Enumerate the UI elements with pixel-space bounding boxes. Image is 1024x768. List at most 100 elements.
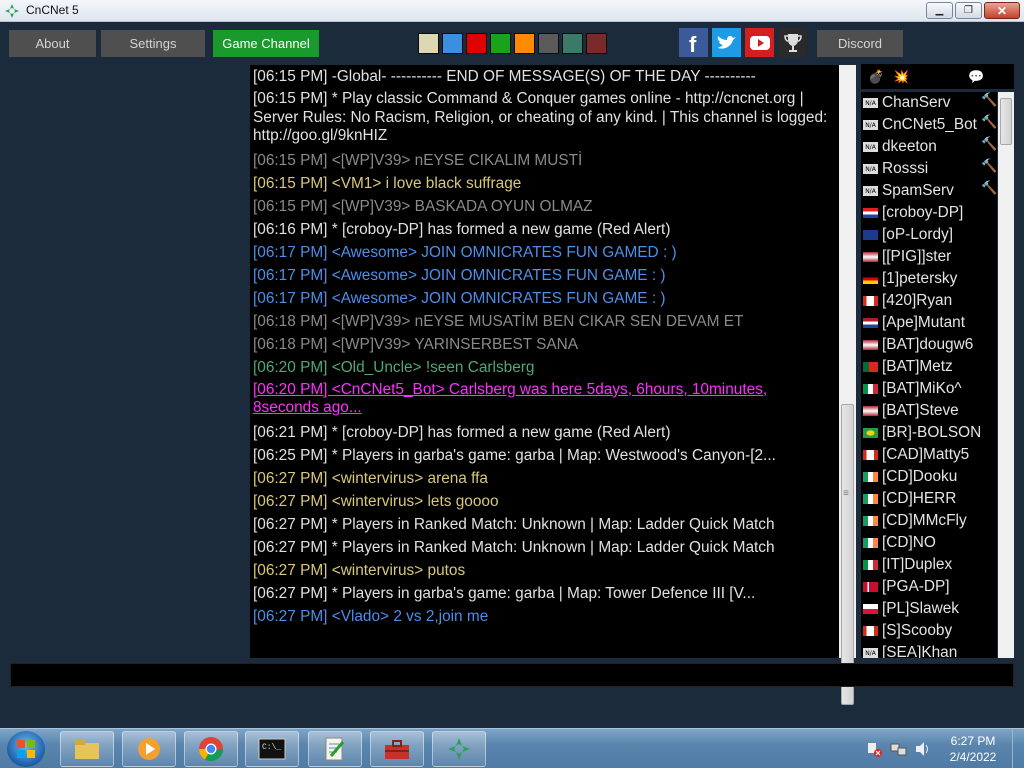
color-swatch[interactable] (586, 33, 607, 54)
user-list-item[interactable]: N/A dkeeton 🔨 (861, 136, 997, 158)
eye-icon[interactable]: 👁 (916, 68, 937, 86)
color-swatch[interactable] (418, 33, 439, 54)
chat-message: [06:17 PM] <Awesome> JOIN OMNICRATES FUN… (253, 243, 677, 261)
settings-button[interactable]: Settings (101, 30, 205, 57)
user-list-item[interactable]: [BAT]Steve (861, 400, 997, 422)
chat-message: [06:15 PM] <VM1> i love black suffrage (253, 174, 522, 192)
user-list-item[interactable]: [CD]MMcFly (861, 510, 997, 532)
user-list-item[interactable]: [croboy-DP] (861, 202, 997, 224)
game-channel-button[interactable]: Game Channel (213, 30, 319, 57)
user-list-item[interactable]: [S]Scooby (861, 620, 997, 642)
trophy-icon[interactable] (778, 28, 807, 57)
user-list-item[interactable]: [1]petersky (861, 268, 997, 290)
chat-message: [06:25 PM] * Players in garba's game: ga… (253, 446, 776, 464)
user-list-item[interactable]: [oP-Lordy] (861, 224, 997, 246)
user-list-item[interactable]: [PGA-DP] (861, 576, 997, 598)
flag-ie-icon (863, 494, 878, 504)
user-list-item[interactable]: N/A Rosssi 🔨 (861, 158, 997, 180)
user-list-item[interactable]: [BAT]Metz (861, 356, 997, 378)
user-list-item[interactable]: [CAD]Matty5 (861, 444, 997, 466)
user-list-item[interactable]: [BAT]dougw6 (861, 334, 997, 356)
chat-message: [06:16 PM] * [croboy-DP] has formed a ne… (253, 220, 671, 238)
command-prompt-icon[interactable]: C:\_ (245, 731, 299, 767)
color-swatch[interactable] (490, 33, 511, 54)
user-list-item[interactable]: [Ape]Mutant (861, 312, 997, 334)
color-swatch[interactable] (466, 33, 487, 54)
moderator-hammer-icon: 🔨 (981, 114, 997, 129)
close-icon: ✕ (996, 3, 1008, 18)
bomb-icon[interactable]: 💣 (866, 68, 887, 86)
na-flag-icon: N/A (863, 164, 878, 174)
system-clock[interactable]: 6:27 PM 2/4/2022 (944, 733, 1002, 765)
moderator-hammer-icon: 🔨 (981, 92, 997, 107)
user-name: [BAT]dougw6 (882, 336, 974, 353)
about-button[interactable]: About (9, 30, 96, 57)
color-swatch-bar (418, 33, 607, 54)
user-list-item[interactable]: [BR]-BOLSON (861, 422, 997, 444)
user-list-item[interactable]: [[PIG]]ster (861, 246, 997, 268)
chat-message: [06:15 PM] <[WP]V39> nEYSE CIKALIM MUSTİ (253, 151, 583, 169)
close-button[interactable]: ✕ (984, 2, 1020, 19)
user-name: [CD]HERR (882, 490, 957, 507)
user-list-item[interactable]: N/A CnCNet5_Bot 🔨 (861, 114, 997, 136)
color-swatch[interactable] (562, 33, 583, 54)
minimize-button[interactable]: ▁ (926, 2, 953, 19)
explosion-icon[interactable]: 💥 (891, 68, 912, 86)
maximize-button[interactable]: ❐ (955, 2, 982, 19)
flag-ie-icon (863, 516, 878, 526)
chat-message: [06:15 PM] <[WP]V39> BASKADA OYUN OLMAZ (253, 197, 593, 215)
user-list-item[interactable]: N/A [SEA]Khan (861, 642, 997, 658)
notepad-icon[interactable] (308, 731, 362, 767)
twitter-icon[interactable] (712, 28, 741, 57)
userlist-scrollbar-thumb[interactable] (1000, 98, 1012, 145)
chat-scrollbar[interactable]: ≡ (839, 65, 856, 705)
chrome-icon[interactable] (184, 731, 238, 767)
user-list-item[interactable]: [BAT]MiKo^ (861, 378, 997, 400)
coin-icon[interactable]: ◉ (941, 68, 962, 86)
color-swatch[interactable] (538, 33, 559, 54)
user-name: Rosssi (882, 160, 929, 177)
action-center-icon[interactable] (866, 741, 882, 760)
flag-pt-icon (863, 362, 878, 372)
user-list-item[interactable]: [CD]Dooku (861, 466, 997, 488)
user-list-item[interactable]: [IT]Duplex (861, 554, 997, 576)
userlist-scrollbar[interactable] (998, 92, 1014, 658)
toolbox-icon[interactable] (370, 731, 424, 767)
chat-messages-panel[interactable]: [06:15 PM] -Global- ---------- END OF ME… (250, 65, 856, 658)
user-list-item[interactable]: [CD]HERR (861, 488, 997, 510)
chat-scrollbar-thumb[interactable] (841, 404, 854, 705)
heart-icon[interactable]: ♥ (991, 68, 1012, 86)
chat-bubble-icon[interactable]: 💬 (966, 68, 987, 86)
user-list-item[interactable]: N/A ChanServ 🔨 (861, 92, 997, 114)
show-desktop-button[interactable] (1012, 729, 1024, 768)
media-player-icon[interactable] (122, 731, 176, 767)
color-swatch[interactable] (514, 33, 535, 54)
color-swatch[interactable] (442, 33, 463, 54)
speaker-icon[interactable] (914, 741, 932, 760)
flag-pl-icon (863, 604, 878, 614)
network-icon[interactable] (890, 741, 908, 760)
user-name: [BAT]Metz (882, 358, 953, 375)
facebook-icon[interactable]: f (679, 28, 708, 57)
start-button[interactable] (7, 731, 45, 767)
chat-input[interactable] (10, 663, 1014, 687)
discord-button[interactable]: Discord (817, 30, 903, 57)
youtube-icon[interactable] (745, 28, 774, 57)
user-name: [CD]Dooku (882, 468, 958, 485)
chat-message[interactable]: [06:20 PM] <CnCNet5_Bot> Carlsberg was h… (253, 379, 835, 421)
grip-icon: ≡ (843, 488, 849, 499)
user-list-item[interactable]: N/A SpamServ 🔨 (861, 180, 997, 202)
user-list[interactable]: N/A ChanServ 🔨 N/A CnCNet5_Bot 🔨 N/A dkeeton 🔨 N/… (861, 92, 997, 658)
chat-message: [06:27 PM] <wintervirus> lets goooo (253, 492, 499, 510)
windows-explorer-icon[interactable] (60, 731, 114, 767)
chat-message: [06:27 PM] <wintervirus> putos (253, 561, 466, 579)
chat-message: [06:27 PM] * Players in Ranked Match: Un… (253, 515, 775, 533)
window-title: CnCNet 5 (26, 3, 79, 17)
userlist-header: 💣 💥 👁 ◉ 💬 ♥ (861, 64, 1014, 89)
flag-gb-icon (863, 230, 878, 240)
cncnet-icon[interactable] (432, 731, 486, 767)
user-list-item[interactable]: [CD]NO (861, 532, 997, 554)
user-list-item[interactable]: [PL]Slawek (861, 598, 997, 620)
user-list-item[interactable]: [420]Ryan (861, 290, 997, 312)
chat-message: [06:17 PM] <Awesome> JOIN OMNICRATES FUN… (253, 289, 666, 307)
